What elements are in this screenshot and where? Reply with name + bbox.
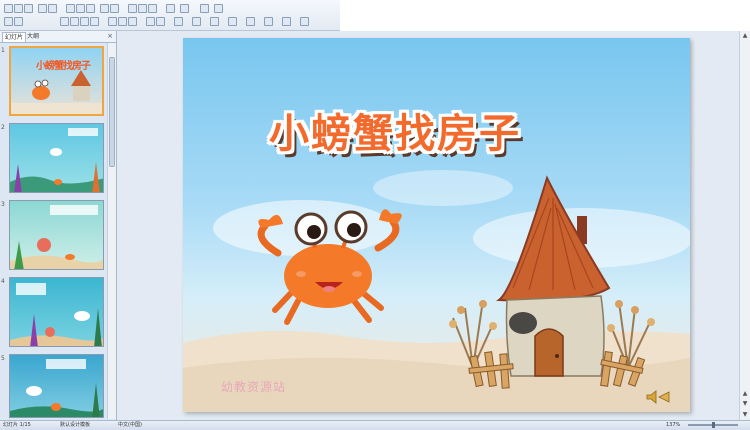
underline-icon[interactable] <box>80 17 89 26</box>
align-left-icon[interactable] <box>108 17 117 26</box>
pane-scroll-thumb[interactable] <box>109 57 115 167</box>
help-icon[interactable] <box>180 4 189 13</box>
current-slide[interactable]: 小螃蟹找房子 幼教资源站 <box>183 38 690 412</box>
pane-scrollbar[interactable] <box>107 43 116 419</box>
slideshow-icon[interactable] <box>246 17 255 26</box>
scroll-up-icon[interactable]: ▲ <box>741 32 749 40</box>
thumb-art-sea <box>10 128 103 192</box>
watermark-logo: 幼教资源站 <box>221 380 287 394</box>
animation-icon[interactable] <box>228 17 237 26</box>
fill-color-icon[interactable] <box>192 17 201 26</box>
slide-thumbnail-2[interactable] <box>9 123 104 193</box>
zoom-slider-knob[interactable] <box>712 422 715 428</box>
undo-icon[interactable] <box>100 4 109 13</box>
slide-thumbnail-1[interactable]: 小螃蟹找房子 <box>9 46 104 116</box>
slide-title[interactable]: 小螃蟹找房子 <box>269 101 521 159</box>
font-size-icon[interactable] <box>14 17 23 26</box>
new-slide-icon[interactable] <box>200 4 209 13</box>
thumb-art-crab-house <box>11 70 102 114</box>
slide-artwork <box>183 170 690 412</box>
thumb-art-reef-crab <box>10 359 103 417</box>
canvas-scrollbar[interactable]: ▲ ▲ ▼ ▼ <box>739 31 750 420</box>
ribbon-empty-area <box>340 0 750 30</box>
open-icon[interactable] <box>14 4 23 13</box>
new-icon[interactable] <box>4 4 13 13</box>
close-pane-icon[interactable]: × <box>107 32 113 41</box>
thumb-number: 5 <box>1 355 5 362</box>
thumb-art-reef <box>10 283 103 346</box>
font-color-icon[interactable] <box>174 17 183 26</box>
slide-thumbnail-4[interactable] <box>9 277 104 347</box>
thumb-number: 1 <box>1 47 5 54</box>
picture-icon[interactable] <box>148 4 157 13</box>
shadow-icon[interactable] <box>90 17 99 26</box>
rotate-icon[interactable] <box>282 17 291 26</box>
align-right-icon[interactable] <box>128 17 137 26</box>
chart-icon[interactable] <box>138 4 147 13</box>
italic-icon[interactable] <box>70 17 79 26</box>
thumb-art-octopus <box>10 205 103 269</box>
slides-pane: 幻灯片 大纲 × 1 小螃蟹找房子 2 3 4 5 <box>0 31 117 420</box>
bold-icon[interactable] <box>60 17 69 26</box>
slide-thumbnail-5[interactable] <box>9 354 104 418</box>
line-color-icon[interactable] <box>210 17 219 26</box>
design-icon[interactable] <box>214 4 223 13</box>
prev-slide-icon[interactable]: ▲ <box>741 390 749 398</box>
preview-icon[interactable] <box>48 4 57 13</box>
align-center-icon[interactable] <box>118 17 127 26</box>
font-icon[interactable] <box>4 17 13 26</box>
tab-outline[interactable]: 大纲 <box>25 32 41 41</box>
slide-canvas: 小螃蟹找房子 幼教资源站 <box>117 31 750 420</box>
slide-thumbnail-3[interactable] <box>9 200 104 270</box>
table-icon[interactable] <box>128 4 137 13</box>
paste-icon[interactable] <box>86 4 95 13</box>
numbering-icon[interactable] <box>156 17 165 26</box>
zoom-icon[interactable] <box>166 4 175 13</box>
ribbon-toolbar <box>0 0 340 31</box>
pane-tabs: 幻灯片 大纲 × <box>0 31 116 43</box>
print-icon[interactable] <box>38 4 47 13</box>
house-illustration <box>496 175 611 377</box>
cloud <box>373 170 513 206</box>
thumb-number: 4 <box>1 278 5 285</box>
speaker-icon[interactable] <box>645 390 671 404</box>
copy-icon[interactable] <box>76 4 85 13</box>
next-slide-icon[interactable]: ▼ <box>741 400 749 408</box>
shapes-icon[interactable] <box>300 17 309 26</box>
arrange-icon[interactable] <box>264 17 273 26</box>
tab-slides[interactable]: 幻灯片 <box>2 32 27 42</box>
scroll-down-icon[interactable]: ▼ <box>741 411 749 419</box>
redo-icon[interactable] <box>110 4 119 13</box>
cut-icon[interactable] <box>66 4 75 13</box>
save-icon[interactable] <box>24 4 33 13</box>
bullets-icon[interactable] <box>146 17 155 26</box>
thumb-number: 2 <box>1 124 5 131</box>
thumb-number: 3 <box>1 201 5 208</box>
